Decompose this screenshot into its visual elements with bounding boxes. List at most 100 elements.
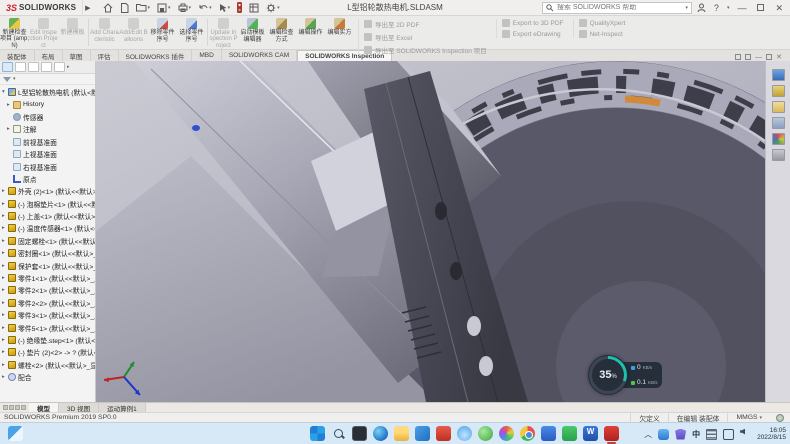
tree-item-component[interactable]: ▸零件1<1> (默认<<默认>_显示状态	[0, 272, 95, 284]
select-button[interactable]: ▾	[217, 2, 233, 14]
rebuild-button[interactable]	[235, 1, 244, 14]
new-template-button[interactable]: 新建模板	[58, 16, 87, 49]
tree-item-component[interactable]: ▸(-) 泡棉垫片<1> (默认<<默认>_显	[0, 198, 95, 210]
taskbar-clock[interactable]: 16:05 2022/8/15	[757, 427, 786, 442]
qualityxpert-button[interactable]: QualityXpert	[579, 19, 626, 27]
tree-item-component[interactable]: ▸固定螺栓<1> (默认<<默认>_显示	[0, 235, 95, 247]
home-button[interactable]	[101, 2, 115, 14]
configuration-manager-tab[interactable]	[28, 62, 39, 72]
tree-item-component[interactable]: ▸(-) 绝缘垫.step<1> (默认<<默认>	[0, 334, 95, 346]
onedrive-tray-icon[interactable]	[658, 429, 669, 440]
doc-minimize-icon[interactable]: —	[755, 54, 762, 61]
doc-close-icon[interactable]: ✕	[776, 53, 782, 61]
add-characteristic-button[interactable]: Add Characteristic	[90, 16, 119, 49]
tree-item-component[interactable]: ▸零件5<1> (默认<<默认>_显示状态	[0, 321, 95, 333]
tree-item-component[interactable]: ▸密封圈<1> (默认<<默认>_显示状	[0, 247, 95, 259]
display-manager-tab[interactable]	[54, 62, 65, 72]
tab-menu-icon[interactable]	[21, 405, 26, 410]
tab-scroll-right-icon[interactable]	[9, 405, 14, 410]
edit-measurement-button[interactable]: 编辑实方	[325, 16, 354, 49]
app-icon-green-square[interactable]	[562, 426, 577, 441]
edge-browser-icon[interactable]	[373, 426, 388, 441]
tree-item-component[interactable]: ▸零件3<1> (默认<<默认>_显示状态	[0, 309, 95, 321]
doc-restore-icon[interactable]	[766, 54, 772, 60]
tree-item-component[interactable]: ▸零件2<1> (默认<<默认>_显示状态	[0, 284, 95, 296]
dimxpert-manager-tab[interactable]	[41, 62, 52, 72]
file-explorer-icon[interactable]	[772, 101, 785, 113]
doc-cascade-icon[interactable]	[735, 54, 741, 60]
tree-item-component[interactable]: ▸螺栓<2> (默认<<默认>_显示状态	[0, 359, 95, 371]
tree-item-component[interactable]: ▸(-) 垫片 (2)<2> -> ? (默认<<默认>	[0, 346, 95, 358]
tree-item-root[interactable]: ▾L型铝轮散热电机 (默认<默认>_显示状态-1	[0, 86, 95, 98]
model-viewport[interactable]	[96, 61, 765, 402]
tree-item-right-plane[interactable]: 右视基准面	[0, 160, 95, 172]
motion-study-tab[interactable]: 运动算例1	[99, 403, 146, 412]
doc-tile-icon[interactable]	[745, 54, 751, 60]
update-inspection-project-button[interactable]: Update Inspection Project	[209, 16, 238, 49]
tab-split-icon[interactable]	[15, 405, 20, 410]
widgets-button[interactable]	[8, 426, 23, 441]
new-inspection-project-button[interactable]: 新建检查项目 (amp;N)	[0, 16, 29, 49]
design-library-icon[interactable]	[772, 85, 785, 97]
model-tab[interactable]: 模型	[29, 403, 59, 412]
tab-addins[interactable]: SOLIDWORKS 插件	[119, 50, 193, 61]
ime-language-indicator[interactable]: 中	[692, 429, 700, 440]
mail-app-icon[interactable]	[415, 426, 430, 441]
tree-item-origin[interactable]: 原点	[0, 173, 95, 185]
tab-solidworks-cam[interactable]: SOLIDWORKS CAM	[222, 50, 297, 61]
solidworks-resources-icon[interactable]	[772, 69, 785, 81]
save-button[interactable]: ▾	[155, 2, 173, 14]
user-account-icon[interactable]	[697, 3, 706, 12]
panel-tabs-overflow-icon[interactable]: ▸	[67, 64, 70, 70]
export-sw-inspection-button[interactable]: 导出至 SOLIDWORKS Inspection 项目	[364, 45, 487, 55]
appearances-icon[interactable]	[772, 133, 785, 145]
security-shield-icon[interactable]	[675, 429, 686, 440]
export-excel-button[interactable]: 导出至 Excel	[364, 32, 487, 42]
display-cast-icon[interactable]	[723, 429, 734, 440]
tree-item-sensors[interactable]: 传感器	[0, 111, 95, 123]
tree-item-mates[interactable]: ▸配合	[0, 371, 95, 383]
filter-icon[interactable]	[3, 77, 11, 82]
export-2d-pdf-button[interactable]: 导出至 2D PDF	[364, 19, 487, 29]
net-inspect-button[interactable]: Net-Inspect	[579, 30, 626, 38]
tab-assembly[interactable]: 装配体	[0, 50, 35, 61]
file-explorer-taskbar-icon[interactable]	[394, 426, 409, 441]
edit-inspection-method-button[interactable]: 编辑检查方式	[267, 16, 296, 49]
select-balloons-button[interactable]: 选择零件序号	[177, 16, 206, 49]
filter-dropdown-icon[interactable]: ▾	[13, 76, 16, 82]
tree-item-component[interactable]: ▸(-) 上盖<1> (默认<<默认>_显示状	[0, 210, 95, 222]
file-properties-button[interactable]	[247, 2, 261, 14]
options-button[interactable]: ▾	[264, 2, 282, 14]
custom-properties-icon[interactable]	[772, 149, 785, 161]
solidworks-taskbar-icon-active[interactable]	[604, 426, 619, 441]
tab-scroll-left-icon[interactable]	[3, 405, 8, 410]
remove-balloons-button[interactable]: 移除零件序号	[148, 16, 177, 49]
tab-sketch[interactable]: 草图	[63, 50, 91, 61]
print-button[interactable]: ▾	[176, 2, 194, 13]
add-edit-balloons-button[interactable]: Add/Edit Balloons	[119, 16, 148, 49]
help-search-box[interactable]: ▾	[542, 2, 692, 14]
task-view-icon[interactable]	[352, 426, 367, 441]
tree-item-component[interactable]: ▸保护套<1> (默认<<默认>_显示状	[0, 259, 95, 271]
app-icon-green-circle[interactable]	[478, 426, 493, 441]
search-input[interactable]	[557, 4, 682, 11]
tab-layout[interactable]: 布局	[35, 50, 63, 61]
launch-template-editor-button[interactable]: 启动模板编辑器	[238, 16, 267, 49]
help-globe-icon[interactable]	[776, 414, 784, 422]
property-manager-tab[interactable]	[15, 62, 26, 72]
tree-item-front-plane[interactable]: 前视基准面	[0, 136, 95, 148]
export-edrawing-button[interactable]: Export eDrawing	[502, 30, 564, 38]
tree-item-component[interactable]: ▸零件2<2> (默认<<默认>_显示状态	[0, 297, 95, 309]
volume-icon[interactable]	[740, 429, 751, 440]
menu-expand-arrow-icon[interactable]: ▶	[85, 4, 90, 12]
hidden-icons-chevron[interactable]: ︿	[644, 429, 652, 440]
tree-item-component[interactable]: ▸外壳 (2)<1> (默认<<默认>_显示状	[0, 185, 95, 197]
search-dropdown-icon[interactable]: ▾	[685, 5, 688, 11]
app-icon-blue-square[interactable]	[541, 426, 556, 441]
chrome-browser-icon[interactable]	[520, 426, 535, 441]
export-3d-pdf-button[interactable]: Export to 3D PDF	[502, 19, 564, 27]
cloud-app-icon[interactable]	[457, 426, 472, 441]
start-button[interactable]	[310, 426, 325, 441]
edit-inspection-project-button[interactable]: Edit Inspection Project	[29, 16, 58, 49]
units-selector[interactable]: MMGS ▾	[727, 413, 770, 422]
